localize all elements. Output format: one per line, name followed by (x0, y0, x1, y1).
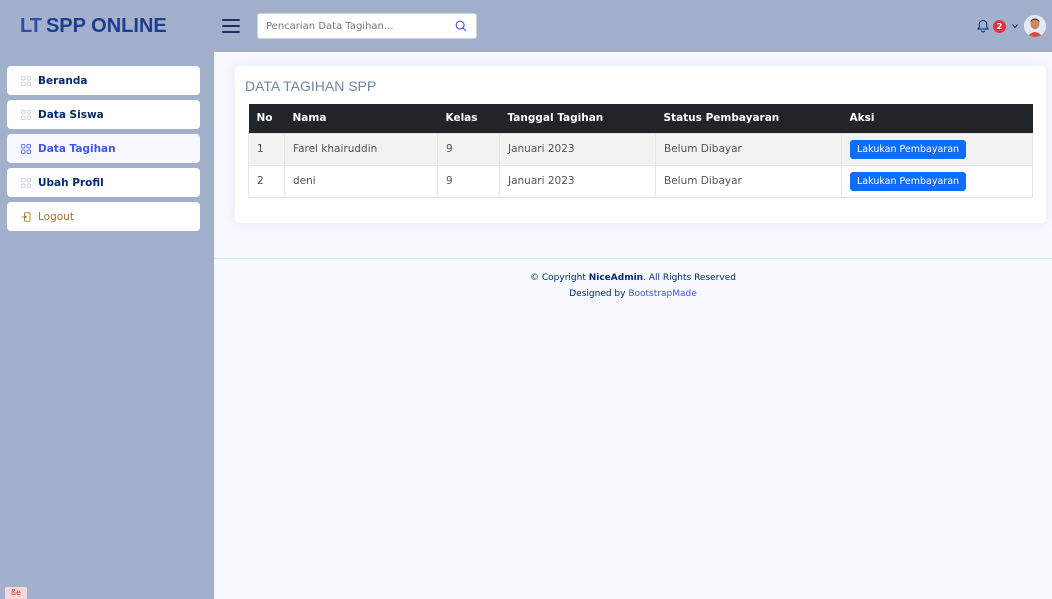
column-header-kelas: Kelas (445, 112, 478, 125)
cell-nama: deni (284, 164, 438, 198)
sidebar-item-label: Ubah Profil (38, 176, 104, 189)
column-header-nama: Nama (292, 112, 327, 125)
search-input[interactable] (266, 20, 454, 32)
sidebar-item-beranda[interactable]: Beranda (7, 66, 200, 95)
billing-card: DATA TAGIHAN SPP No Nama Kelas Tanggal T… (235, 66, 1046, 223)
grid-icon (21, 75, 31, 86)
user-avatar-icon (1024, 15, 1046, 37)
app-title: SPP ONLINE (45, 14, 167, 37)
sidebar-item-logout[interactable]: Logout (7, 202, 200, 231)
cell-tanggal: Januari 2023 (499, 132, 656, 166)
app-logo[interactable]: LT SPP ONLINE (0, 15, 214, 38)
logo-mark: LT (20, 14, 42, 37)
sidebar-item-label: Data Siswa (38, 108, 104, 121)
sidebar-item-label: Logout (38, 210, 74, 223)
search-bar (257, 13, 477, 39)
copyright-text: © Copyright NiceAdmin. All Rights Reserv… (530, 273, 736, 283)
designed-by-text: Designed by BootstrapMade (569, 289, 697, 299)
sidebar: Beranda Data Siswa Data Tagihan Ubah Pro… (0, 52, 214, 599)
cell-kelas: 9 (437, 132, 500, 166)
sidebar-item-label: Beranda (38, 74, 88, 87)
header: LT SPP ONLINE 2 (0, 0, 1052, 52)
column-header-status: Status Pembayaran (663, 112, 780, 125)
avatar[interactable] (1024, 15, 1046, 37)
corner-badge: ße (5, 587, 27, 599)
column-header-tanggal: Tanggal Tagihan (507, 112, 604, 125)
search-icon[interactable] (454, 19, 468, 33)
pay-button[interactable]: Lakukan Pembayaran (850, 171, 967, 191)
cell-tanggal: Januari 2023 (499, 164, 656, 198)
bell-icon[interactable] (975, 18, 991, 34)
cell-nama: Farel khairuddin (284, 132, 438, 166)
cell-kelas: 9 (437, 164, 500, 198)
grid-icon (21, 143, 31, 154)
sidebar-item-ubah-profil[interactable]: Ubah Profil (7, 168, 200, 197)
cell-aksi: Lakukan Pembayaran (841, 164, 1033, 198)
grid-icon (21, 109, 31, 120)
page-title: DATA TAGIHAN SPP (245, 78, 377, 94)
cell-status: Belum Dibayar (655, 164, 842, 198)
logout-icon (21, 211, 31, 222)
sidebar-item-data-siswa[interactable]: Data Siswa (7, 100, 200, 129)
billing-table: No Nama Kelas Tanggal Tagihan Status Pem… (248, 104, 1033, 198)
table-row: 2 deni 9 Januari 2023 Belum Dibayar Laku… (248, 164, 1033, 198)
menu-toggle-icon[interactable] (222, 19, 240, 33)
table-header-row: No Nama Kelas Tanggal Tagihan Status Pem… (248, 104, 1033, 133)
footer-divider (214, 258, 1052, 259)
sidebar-item-label: Data Tagihan (38, 142, 116, 155)
notification-badge: 2 (993, 19, 1006, 33)
column-header-no: No (256, 112, 273, 125)
cell-aksi: Lakukan Pembayaran (841, 132, 1033, 166)
bootstrapmade-link[interactable]: BootstrapMade (628, 289, 696, 299)
cell-status: Belum Dibayar (655, 132, 842, 166)
column-header-aksi: Aksi (849, 112, 875, 125)
footer: © Copyright NiceAdmin. All Rights Reserv… (214, 273, 1052, 299)
footer-brand: NiceAdmin (588, 273, 644, 283)
sidebar-item-data-tagihan[interactable]: Data Tagihan (7, 134, 200, 163)
pay-button[interactable]: Lakukan Pembayaran (850, 139, 967, 159)
cell-no: 1 (248, 132, 285, 166)
chevron-down-icon[interactable] (1012, 23, 1018, 29)
header-actions: 2 (975, 0, 1052, 52)
grid-icon (21, 177, 31, 188)
table-row: 1 Farel khairuddin 9 Januari 2023 Belum … (248, 132, 1033, 166)
cell-no: 2 (248, 164, 285, 198)
